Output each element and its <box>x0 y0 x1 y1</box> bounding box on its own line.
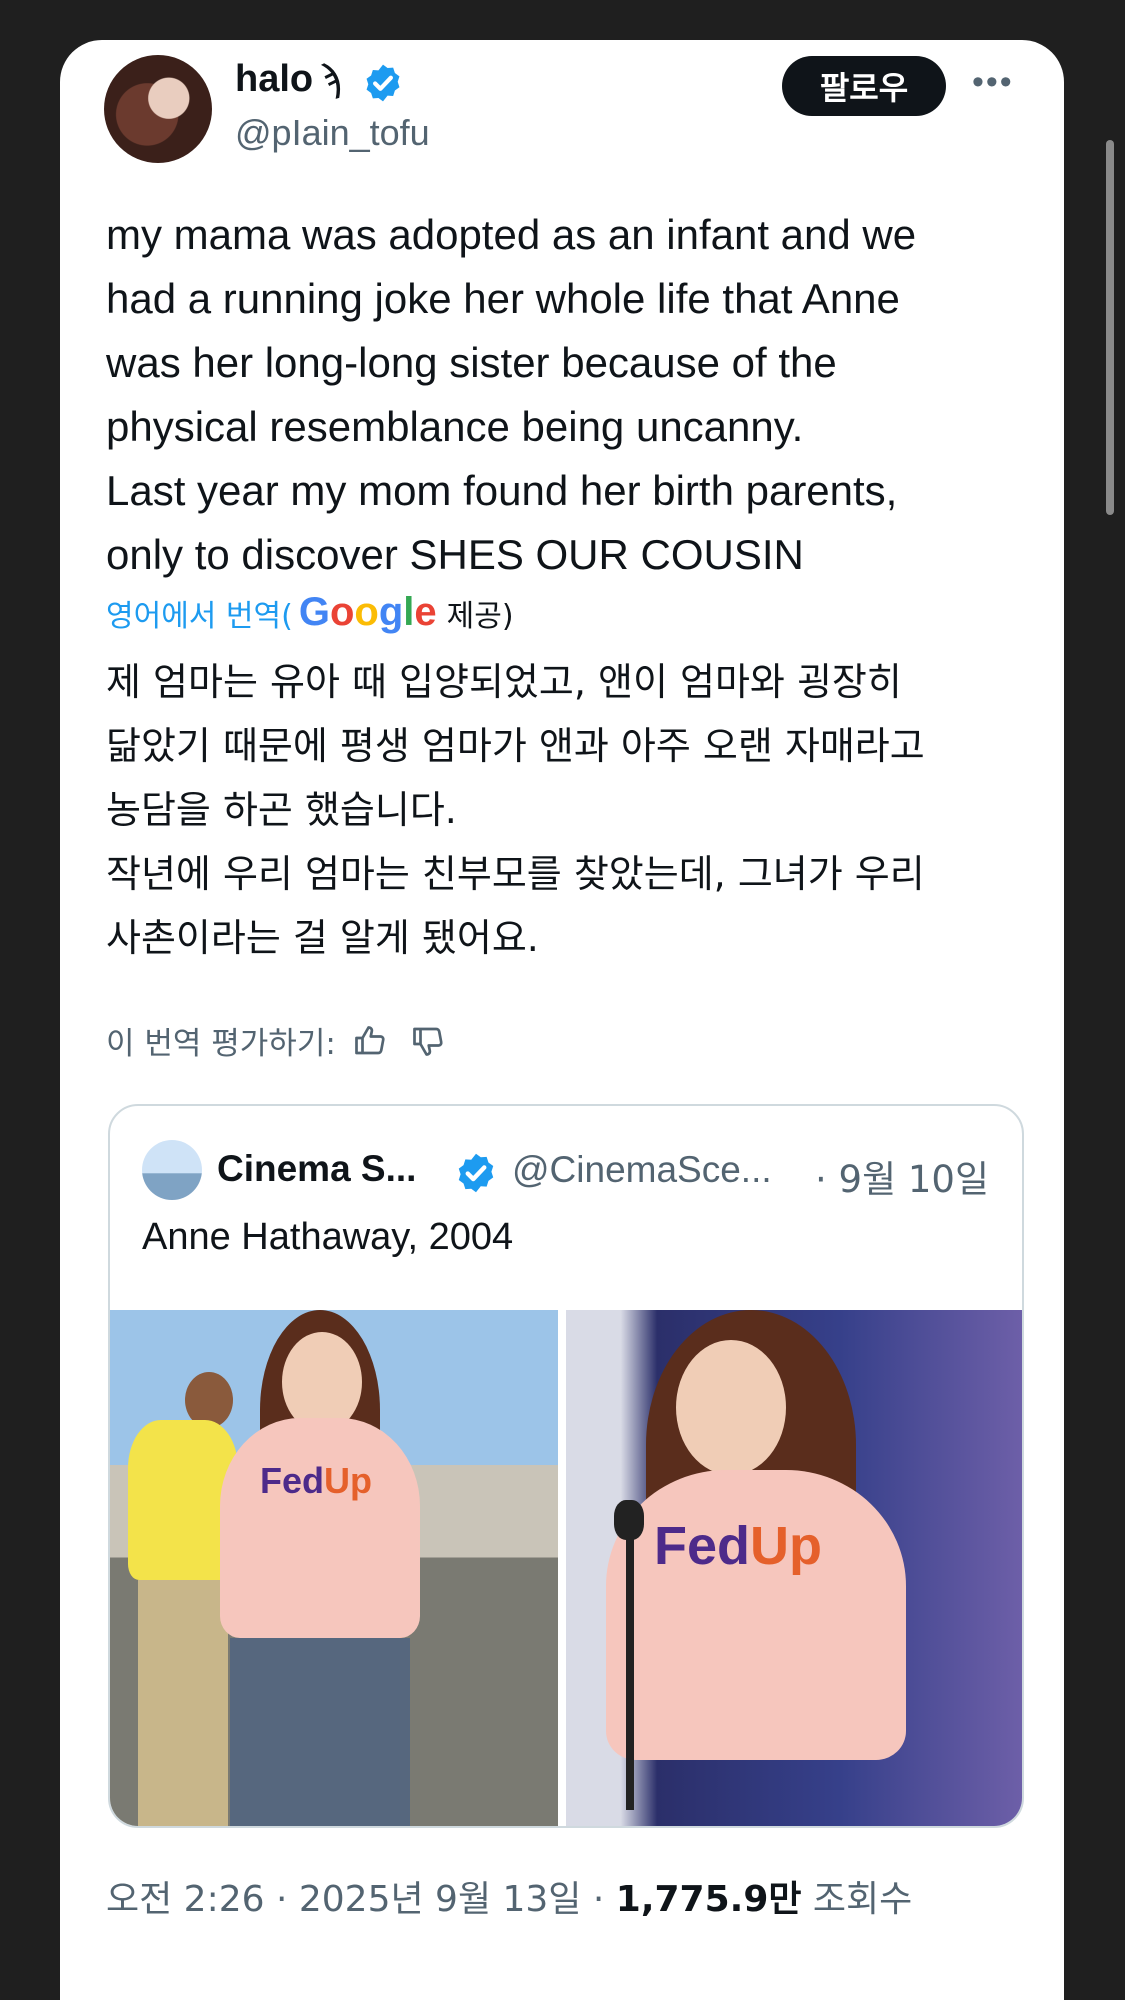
quote-avatar[interactable] <box>142 1140 202 1200</box>
verified-badge-icon <box>366 64 400 102</box>
more-options-icon[interactable]: ••• <box>972 62 1012 102</box>
quote-author-name[interactable]: Cinema S... <box>217 1148 416 1190</box>
rate-translation: 이 번역 평가하기: <box>106 1018 446 1063</box>
author-name[interactable]: halo ϡ <box>235 58 341 101</box>
quote-verified-badge-icon <box>458 1153 494 1193</box>
author-name-text[interactable]: halo <box>235 58 313 100</box>
quote-photo-1[interactable]: FedUp <box>110 1310 558 1826</box>
author-handle[interactable]: @pIain_tofu <box>235 112 430 154</box>
quote-photo-2[interactable]: FedUp <box>566 1310 1022 1826</box>
quote-author-handle[interactable]: @CinemaSce... <box>512 1149 772 1191</box>
tweet-meta: 오전 2:26 · 2025년 9월 13일 · 1,775.9만 조회수 <box>106 1870 912 1922</box>
translation-source: 영어에서 번역( Google 제공) <box>106 590 514 635</box>
quote-date[interactable]: · 9월 10일 <box>815 1149 989 1203</box>
tweet-text: my mama was adopted as an infant and we … <box>106 211 917 578</box>
thumbs-down-icon[interactable] <box>410 1023 446 1059</box>
tweet-timestamp[interactable]: 오전 2:26 · 2025년 9월 13일 · <box>106 1879 616 1920</box>
quote-text: Anne Hathaway, 2004 <box>142 1216 514 1258</box>
view-label: 조회수 <box>801 1879 913 1920</box>
view-count: 1,775.9만 <box>615 1879 802 1920</box>
follow-button[interactable]: 팔로우 <box>782 56 946 116</box>
google-logo: Google <box>298 590 437 634</box>
shirt-logo-1: FedUp <box>260 1460 373 1501</box>
shirt-logo-2: FedUp <box>654 1516 822 1576</box>
rate-label: 이 번역 평가하기: <box>106 1026 336 1062</box>
translated-text: 제 엄마는 유아 때 입양되었고, 앤이 엄마와 굉장히 닮았기 때문에 평생 … <box>106 660 925 960</box>
scrollbar[interactable] <box>1106 140 1114 515</box>
translate-prefix[interactable]: 영어에서 번역( <box>106 591 293 635</box>
translate-suffix: 제공) <box>446 598 514 634</box>
author-name-deco: ϡ <box>319 58 342 100</box>
thumbs-up-icon[interactable] <box>352 1023 388 1059</box>
avatar[interactable] <box>104 55 212 163</box>
quoted-tweet[interactable]: Cinema S... @CinemaSce... · 9월 10일 Anne … <box>108 1104 1024 1828</box>
